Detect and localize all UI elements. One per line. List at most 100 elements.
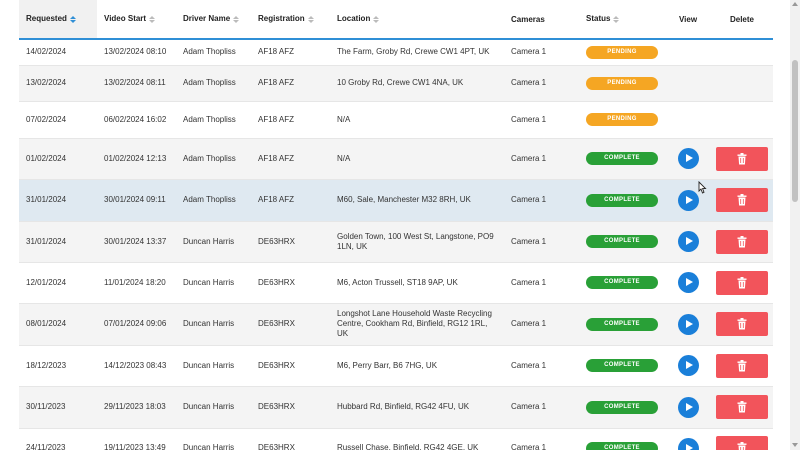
camera-cell: Camera 1	[504, 179, 579, 222]
location-cell: M60, Sale, Manchester M32 8RH, UK	[330, 179, 504, 222]
scrollbar-thumb[interactable]	[792, 60, 798, 202]
table-row[interactable]: 08/01/2024 07/01/2024 09:06 Duncan Harris D…	[19, 303, 773, 346]
driver-name-cell: Duncan Harris	[176, 221, 251, 263]
delete-cell	[711, 179, 773, 222]
play-icon[interactable]	[677, 437, 699, 450]
play-icon[interactable]	[677, 355, 699, 376]
registration-cell: DE63HRX	[251, 428, 330, 450]
requested-cell: 24/11/2023	[19, 428, 97, 450]
trash-icon	[737, 235, 747, 247]
play-icon[interactable]	[677, 272, 699, 293]
table-row[interactable]: 14/02/2024 13/02/2024 08:10 Adam Thopliss A…	[19, 39, 773, 66]
video-start-cell: 01/02/2024 12:13	[97, 138, 176, 180]
trash-icon	[737, 276, 747, 288]
column-header-location[interactable]: Location	[330, 0, 504, 40]
play-icon[interactable]	[677, 148, 699, 169]
sort-arrows-icon[interactable]	[69, 15, 76, 24]
camera-cell: Camera 1	[504, 428, 579, 450]
camera-cell: Camera 1	[504, 138, 579, 180]
table-row[interactable]: 13/02/2024 13/02/2024 08:11 Adam Thopliss A…	[19, 65, 773, 102]
driver-name-cell: Duncan Harris	[176, 386, 251, 429]
driver-name-cell: Adam Thopliss	[176, 65, 251, 102]
column-label: Status	[586, 14, 611, 24]
delete-button[interactable]	[716, 436, 768, 450]
delete-cell	[711, 262, 773, 304]
column-header-status[interactable]: Status	[579, 0, 665, 40]
video-start-cell: 06/02/2024 16:02	[97, 101, 176, 139]
table-row[interactable]: 01/02/2024 01/02/2024 12:13 Adam Thopliss A…	[19, 138, 773, 180]
status-badge: COMPLETE	[586, 276, 658, 289]
column-header-video-start[interactable]: Video Start	[97, 0, 176, 40]
table-row[interactable]: 30/11/2023 29/11/2023 18:03 Duncan Harris D…	[19, 386, 773, 429]
status-badge: COMPLETE	[586, 235, 658, 248]
camera-cell: Camera 1	[504, 262, 579, 304]
table-row[interactable]: 31/01/2024 30/01/2024 13:37 Duncan Harris D…	[19, 221, 773, 263]
requested-cell: 31/01/2024	[19, 179, 97, 222]
registration-cell: DE63HRX	[251, 386, 330, 429]
table-row[interactable]: 18/12/2023 14/12/2023 08:43 Duncan Harris D…	[19, 345, 773, 387]
view-cell	[665, 345, 711, 387]
camera-cell: Camera 1	[504, 39, 579, 66]
delete-cell	[711, 65, 773, 102]
delete-button[interactable]	[716, 312, 768, 336]
play-icon[interactable]	[677, 189, 699, 211]
trash-icon	[737, 318, 747, 330]
table-row[interactable]: 07/02/2024 06/02/2024 16:02 Adam Thopliss A…	[19, 101, 773, 139]
sort-arrows-icon[interactable]	[373, 15, 380, 24]
video-start-cell: 19/11/2023 13:49	[97, 428, 176, 450]
sort-arrows-icon[interactable]	[233, 15, 240, 24]
scroll-up-arrow-icon[interactable]	[792, 2, 798, 6]
driver-name-cell: Adam Thopliss	[176, 179, 251, 222]
camera-cell: Camera 1	[504, 65, 579, 102]
view-cell	[665, 39, 711, 66]
sort-arrows-icon[interactable]	[149, 15, 156, 24]
delete-cell	[711, 428, 773, 450]
delete-button[interactable]	[716, 353, 768, 378]
delete-button[interactable]	[716, 188, 768, 212]
registration-cell: AF18 AFZ	[251, 138, 330, 180]
column-header-driver-name[interactable]: Driver Name	[176, 0, 251, 40]
camera-cell: Camera 1	[504, 101, 579, 139]
play-icon[interactable]	[677, 396, 699, 418]
vertical-scrollbar[interactable]	[790, 0, 800, 450]
column-label: Cameras	[511, 14, 545, 24]
status-cell: COMPLETE	[579, 138, 665, 180]
sort-arrows-icon[interactable]	[613, 15, 620, 24]
video-start-cell: 29/11/2023 18:03	[97, 386, 176, 429]
play-icon[interactable]	[677, 231, 699, 252]
delete-button[interactable]	[716, 146, 768, 171]
status-badge: COMPLETE	[586, 193, 658, 207]
location-cell: 10 Groby Rd, Crewe CW1 4NA, UK	[330, 65, 504, 102]
driver-name-cell: Adam Thopliss	[176, 39, 251, 66]
table-row[interactable]: 12/01/2024 11/01/2024 18:20 Duncan Harris D…	[19, 262, 773, 304]
driver-name-cell: Adam Thopliss	[176, 101, 251, 139]
column-header-requested[interactable]: Requested	[19, 0, 97, 40]
requested-cell: 08/01/2024	[19, 303, 97, 346]
status-badge: PENDING	[586, 76, 658, 90]
scroll-down-arrow-icon[interactable]	[792, 443, 798, 447]
column-header-cameras: Cameras	[504, 0, 579, 40]
status-cell: COMPLETE	[579, 303, 665, 346]
column-header-registration[interactable]: Registration	[251, 0, 330, 40]
status-badge: PENDING	[586, 113, 658, 126]
status-badge: COMPLETE	[586, 441, 658, 450]
video-start-cell: 11/01/2024 18:20	[97, 262, 176, 304]
driver-name-cell: Adam Thopliss	[176, 138, 251, 180]
video-start-cell: 07/01/2024 09:06	[97, 303, 176, 346]
delete-cell	[711, 386, 773, 429]
status-cell: COMPLETE	[579, 345, 665, 387]
table-row[interactable]: 31/01/2024 30/01/2024 09:11 Adam Thopliss A…	[19, 179, 773, 222]
requested-cell: 14/02/2024	[19, 39, 97, 66]
sort-arrows-icon[interactable]	[307, 15, 314, 24]
delete-button[interactable]	[716, 270, 768, 295]
video-requests-table-container: Requested Video Start Driver Name Regist…	[0, 0, 790, 450]
location-cell: N/A	[330, 101, 504, 139]
location-cell: The Farm, Groby Rd, Crewe CW1 4PT, UK	[330, 39, 504, 66]
column-header-view: View	[665, 0, 711, 40]
play-icon[interactable]	[677, 313, 699, 335]
column-label: Video Start	[104, 14, 147, 24]
delete-cell	[711, 345, 773, 387]
table-row[interactable]: 24/11/2023 19/11/2023 13:49 Duncan Harris D…	[19, 428, 773, 450]
delete-button[interactable]	[716, 395, 768, 419]
delete-button[interactable]	[716, 229, 768, 254]
